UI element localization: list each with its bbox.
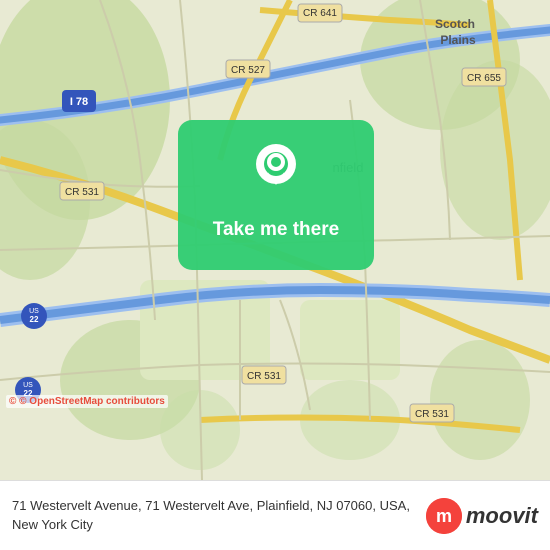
attribution-text: © OpenStreetMap contributors [19, 396, 165, 407]
svg-text:Take me there: Take me there [213, 219, 339, 240]
svg-text:I 78: I 78 [70, 96, 88, 108]
svg-text:22: 22 [30, 315, 39, 324]
copyright-symbol: © [9, 396, 16, 407]
svg-text:Scotch: Scotch [435, 17, 475, 31]
svg-text:CR 531: CR 531 [65, 187, 99, 198]
moovit-wordmark: moovit [466, 503, 538, 529]
moovit-logo[interactable]: m moovit [426, 498, 538, 534]
svg-text:CR 655: CR 655 [467, 73, 501, 84]
svg-text:US: US [29, 308, 39, 315]
map-container: I 78 CR 641 CR 527 CR 531 CR 655 US 22 U… [0, 0, 550, 480]
map-background: I 78 CR 641 CR 527 CR 531 CR 655 US 22 U… [0, 0, 550, 480]
svg-text:CR 531: CR 531 [247, 371, 281, 382]
svg-text:CR 527: CR 527 [231, 65, 265, 76]
osm-attribution: © © OpenStreetMap contributors [6, 395, 168, 408]
info-bar: 71 Westervelt Avenue, 71 Westervelt Ave,… [0, 480, 550, 550]
svg-text:US: US [23, 382, 33, 389]
address-text: 71 Westervelt Avenue, 71 Westervelt Ave,… [12, 497, 416, 533]
svg-text:m: m [436, 506, 452, 526]
svg-text:CR 531: CR 531 [415, 409, 449, 420]
svg-text:Plains: Plains [440, 33, 476, 47]
svg-text:CR 641: CR 641 [303, 8, 337, 19]
moovit-icon: m [426, 498, 462, 534]
